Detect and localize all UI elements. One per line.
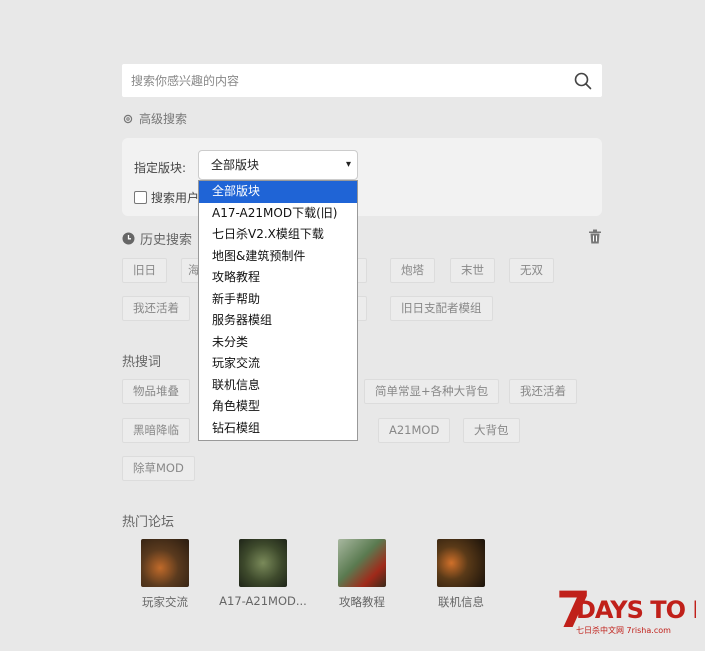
dropdown-option[interactable]: 钻石模组 [199,418,357,440]
dropdown-option[interactable]: 全部版块 [199,181,357,203]
forum-name: 攻略教程 [339,595,385,609]
dropdown-option[interactable]: 新手帮助 [199,289,357,311]
svg-text:七日杀中文网 7risha.com: 七日杀中文网 7risha.com [576,625,671,635]
forum-name: 玩家交流 [142,595,188,609]
hot-word-tag[interactable]: 简单常显+各种大背包 [364,379,500,404]
clock-icon [122,232,135,245]
advanced-search-toggle[interactable]: 高级搜索 [122,110,187,127]
svg-text:DAYS TO DIE: DAYS TO DIE [576,596,696,624]
forum-thumbnail [141,539,189,587]
forum-thumbnail [437,539,485,587]
hot-word-tag[interactable]: 除草MOD [122,456,195,481]
hot-word-tag[interactable]: 物品堆叠 [122,379,190,404]
forum-select[interactable]: 全部版块 ▾ [198,150,358,180]
hot-forum-card[interactable]: 攻略教程 [312,539,412,610]
history-tag[interactable]: 末世 [450,258,495,283]
advanced-search-label: 高级搜索 [139,112,188,126]
hot-forum-card[interactable]: 联机信息 [411,539,511,610]
forum-thumbnail [239,539,287,587]
hot-forum-card[interactable]: 玩家交流 [115,539,215,610]
hot-forums-title: 热门论坛 [122,511,174,530]
forum-select-label: 指定版块: [134,161,187,175]
forum-select-value: 全部版块 [211,158,260,172]
search-users-checkbox[interactable]: 搜索用户 [134,189,199,206]
search-icon[interactable] [574,72,592,90]
trash-icon[interactable] [588,229,602,244]
history-title-text: 历史搜索 [140,233,193,248]
forum-dropdown-list[interactable]: 全部版块 A17-A21MOD下载(旧) 七日杀V2.X模组下载 地图&建筑预制件 攻略… [198,180,358,441]
history-tag[interactable]: 我还活着 [122,296,190,321]
forum-name: A17-A21MOD... [219,594,307,608]
forum-name: 联机信息 [438,595,484,609]
gear-icon [123,114,133,123]
dropdown-option[interactable]: 服务器模组 [199,310,357,332]
7daystodie-logo: 7 DAYS TO DIE 七日杀中文网 7risha.com [556,583,696,638]
dropdown-option[interactable]: 攻略教程 [199,267,357,289]
hot-words-title: 热搜词 [122,351,161,370]
search-bar [122,64,602,97]
hot-word-tag[interactable]: 我还活着 [509,379,577,404]
chevron-down-icon: ▾ [345,159,351,170]
search-input[interactable] [131,64,551,97]
hot-word-tag[interactable]: 黑暗降临 [122,418,190,443]
history-tag[interactable]: 炮塔 [390,258,435,283]
forum-thumbnail [338,539,386,587]
history-tag[interactable]: 无双 [509,258,554,283]
dropdown-option[interactable]: 玩家交流 [199,353,357,375]
hot-forums-title-text: 热门论坛 [122,515,175,530]
hot-word-tag[interactable]: A21MOD [378,418,451,443]
history-title: 历史搜索 [122,229,192,248]
hot-forum-card[interactable]: A17-A21MOD... [213,539,313,608]
dropdown-option[interactable]: 联机信息 [199,375,357,397]
dropdown-option[interactable]: A17-A21MOD下载(旧) [199,203,357,225]
hot-word-tag[interactable]: 大背包 [463,418,520,443]
dropdown-option[interactable]: 地图&建筑预制件 [199,246,357,268]
history-tag[interactable]: 旧日支配者模组 [390,296,493,321]
advanced-search-panel: 指定版块: 全部版块 ▾ 搜索用户 [122,138,602,216]
hot-words-title-text: 热搜词 [122,355,162,370]
checkbox-box[interactable] [134,191,147,204]
dropdown-option[interactable]: 未分类 [199,332,357,354]
search-users-label: 搜索用户 [151,191,200,205]
dropdown-option[interactable]: 七日杀V2.X模组下载 [199,224,357,246]
history-tag[interactable]: 旧日 [122,258,167,283]
dropdown-option[interactable]: 角色模型 [199,396,357,418]
